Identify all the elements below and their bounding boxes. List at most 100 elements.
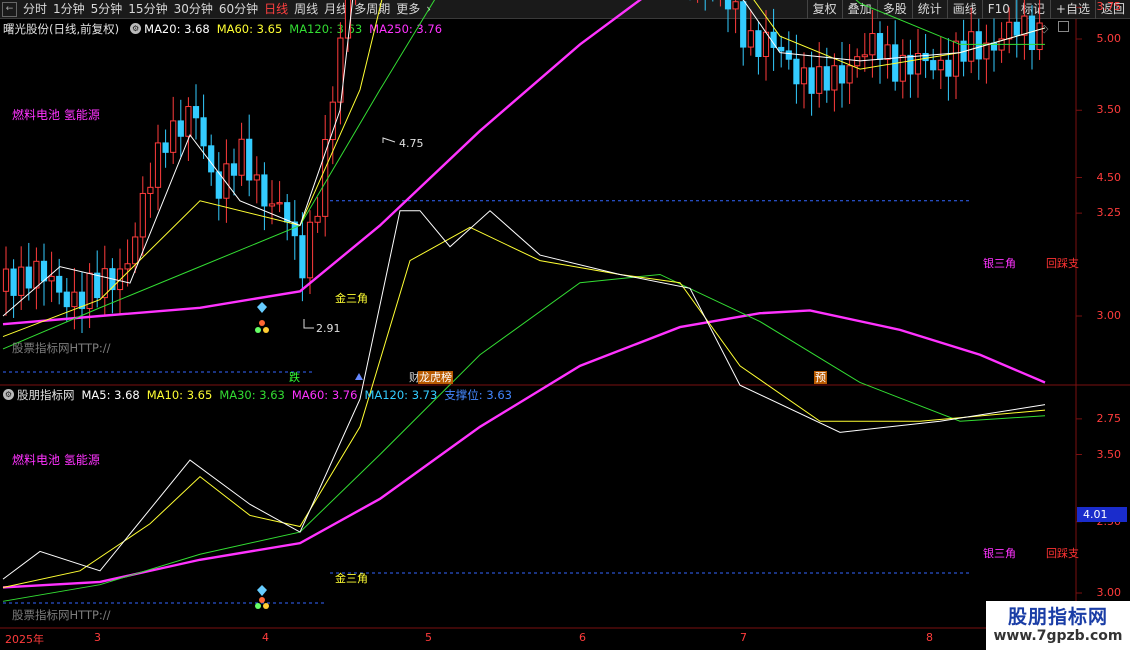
candle-body [261, 174, 268, 207]
pullback-label: 回踩支 [1046, 257, 1079, 270]
candle-body [785, 50, 792, 60]
ma10-sub-line [2, 226, 1046, 588]
high-pointer [382, 137, 396, 143]
candle-body [344, 0, 352, 39]
candle-body [1036, 22, 1043, 51]
fall-marker[interactable]: 跌 [289, 371, 300, 384]
signal-ball [255, 603, 261, 609]
candle-body [770, 31, 777, 48]
candle-body [846, 65, 853, 84]
candle-body [884, 44, 891, 60]
candle-body [314, 215, 321, 223]
candle-body [40, 260, 48, 282]
candle-body [94, 272, 101, 299]
brand-watermark: 股朋指标网 www.7gpzb.com [986, 601, 1130, 650]
x-axis-label: 4 [262, 631, 269, 644]
low-price-label: 2.91 [316, 322, 341, 335]
candle-body [778, 46, 785, 52]
candle-body [823, 66, 830, 91]
candle-body [154, 142, 162, 188]
x-axis-label: 2025年 [5, 633, 44, 646]
candle-body [147, 186, 154, 194]
candle-body [124, 263, 131, 270]
concept-label: 燃料电池 氢能源 [12, 453, 100, 467]
candle-body [831, 65, 838, 91]
signal-ball [259, 597, 265, 603]
x-axis-label: 5 [425, 631, 432, 644]
candle-body [132, 236, 139, 265]
candle-body [56, 275, 63, 293]
x-axis-label: 7 [740, 631, 747, 644]
ma30-sub-line [2, 273, 1046, 602]
candle-body [177, 120, 184, 137]
ma60-sub-line [2, 309, 1046, 589]
candle-body [329, 101, 336, 141]
candle-body [930, 60, 937, 71]
candle-body [10, 268, 17, 296]
y-axis-tick: 3.50 [1096, 103, 1122, 117]
candle-body [952, 40, 960, 77]
brand-url: www.7gpzb.com [993, 628, 1123, 644]
ma120-label: MA120: 3.73 [364, 387, 438, 402]
signal-ball [255, 327, 261, 333]
dragon-tiger-marker[interactable]: 龙虎榜 [418, 371, 453, 384]
ma60-label: MA60: 3.76 [291, 387, 358, 402]
candle-body [192, 106, 200, 119]
y-axis-tick: 5.00 [1096, 32, 1122, 45]
candle-body [63, 291, 70, 308]
current-price-tag: 4.01 [1077, 507, 1127, 522]
candle-body [899, 54, 906, 82]
candle-body [139, 192, 146, 238]
y-axis-tick: 3.25 [1096, 206, 1122, 220]
candle-body [48, 275, 55, 282]
diamond-signal-icon [257, 302, 267, 313]
x-axis-label: 6 [579, 631, 586, 644]
golden-triangle-label: 金三角 [335, 572, 368, 585]
signal-ball [263, 603, 269, 609]
candle-body [968, 31, 975, 62]
candle-body [945, 59, 952, 77]
forecast-marker[interactable]: 预 [814, 371, 827, 384]
sub-pane-title[interactable]: 股朋指标网 [17, 387, 75, 403]
candle-body [2, 268, 10, 292]
watermark: 股票指标网HTTP:// [12, 341, 111, 355]
candle-body [922, 53, 929, 62]
candle-body [869, 33, 876, 56]
candle-body [276, 202, 283, 205]
candle-body [724, 0, 732, 10]
candle-body [838, 65, 846, 84]
watermark: 股票指标网HTTP:// [12, 608, 111, 622]
ma10-label: MA10: 3.65 [146, 387, 213, 402]
silver-triangle-label: 银三角 [983, 257, 1016, 270]
low-pointer [303, 319, 314, 329]
pullback-label: 回踩支 [1046, 547, 1079, 560]
candle-body [238, 138, 245, 176]
candle-body [230, 163, 238, 176]
candle-body [907, 54, 914, 75]
candle-body [268, 203, 276, 207]
sub-grid [1076, 38, 1082, 594]
y-axis-tick: 3.00 [1096, 309, 1122, 322]
sub-pane-header: ⚙ 股朋指标网 MA5: 3.68 MA10: 3.65 MA30: 3.63 … [0, 386, 519, 403]
candle-body [1006, 21, 1013, 40]
y-axis-tick: 3.75 [1096, 0, 1122, 14]
signal-ball [259, 320, 265, 326]
y-axis-tick: 3.50 [1096, 447, 1122, 461]
settings-icon[interactable]: ⚙ [3, 389, 14, 400]
signal-ball [263, 327, 269, 333]
candle-body [208, 145, 215, 173]
silver-triangle-label: 银三角 [983, 547, 1016, 560]
ma5-label: MA5: 3.68 [81, 387, 140, 402]
candle-body [185, 106, 192, 137]
kline-chart[interactable] [0, 0, 1130, 650]
candle-body [816, 66, 823, 94]
brand-title: 股朋指标网 [1007, 606, 1108, 628]
y-axis-tick: 4.50 [1096, 170, 1122, 184]
candle-body [740, 1, 747, 48]
candle-body [876, 33, 884, 60]
candle-body [33, 260, 40, 289]
candle-body [306, 221, 314, 279]
x-axis-label: 3 [94, 631, 101, 644]
candle-body [861, 54, 868, 58]
candle-body [975, 31, 982, 60]
